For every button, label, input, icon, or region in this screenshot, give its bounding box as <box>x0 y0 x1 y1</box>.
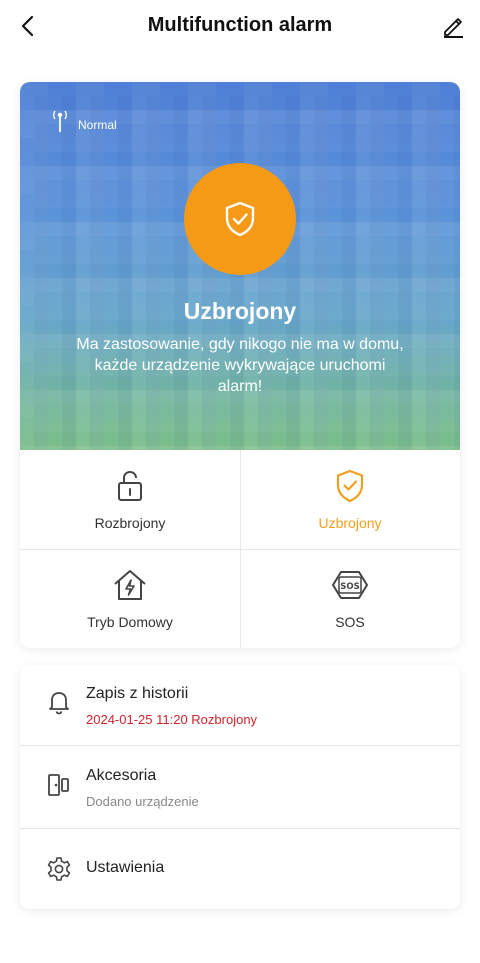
mode-label: Tryb Domowy <box>87 614 173 630</box>
signal-status: Normal <box>50 108 117 134</box>
accessories-subtitle: Dodano urządzenie <box>86 794 199 809</box>
settings-item[interactable]: Ustawienia <box>20 829 460 909</box>
edit-button[interactable] <box>438 12 468 40</box>
mode-label: Rozbrojony <box>94 515 166 531</box>
top-bar: Multifunction alarm <box>0 0 480 52</box>
status-description: Ma zastosowanie, gdy nikogo nie ma w dom… <box>76 336 404 395</box>
status-banner: Normal Uzbrojony Ma zastosowanie, gdy ni… <box>20 82 460 450</box>
shield-check-icon <box>225 201 255 237</box>
door-sensor-icon <box>48 774 69 796</box>
mode-label: SOS <box>335 614 365 630</box>
history-title: Zapis z historii <box>86 685 189 702</box>
mode-home-button[interactable]: Tryb Domowy <box>20 549 240 648</box>
mode-armed-button[interactable]: Uzbrojony <box>240 450 460 549</box>
sos-icon: SOS <box>332 571 368 599</box>
bell-icon <box>49 692 69 715</box>
pencil-icon <box>444 18 463 38</box>
mode-disarmed-button[interactable]: Rozbrojony <box>20 450 240 549</box>
accessories-item[interactable]: Akcesoria Dodano urządzenie <box>20 746 460 828</box>
status-title: Uzbrojony <box>183 298 297 324</box>
mode-label: Uzbrojony <box>318 515 382 531</box>
options-list: Zapis z historii 2024-01-25 11:20 Rozbro… <box>20 665 460 909</box>
mode-sos-button[interactable]: SOS SOS <box>240 549 460 648</box>
alarm-status-card: Normal Uzbrojony Ma zastosowanie, gdy ni… <box>20 82 460 648</box>
shield-check-icon <box>336 469 364 503</box>
home-bolt-icon <box>114 570 146 600</box>
history-item[interactable]: Zapis z historii 2024-01-25 11:20 Rozbro… <box>20 665 460 745</box>
history-subtitle: 2024-01-25 11:20 Rozbrojony <box>86 712 258 727</box>
gear-icon <box>47 857 71 881</box>
accessories-title: Akcesoria <box>86 767 157 784</box>
settings-title: Ustawienia <box>86 859 165 876</box>
svg-text:SOS: SOS <box>340 582 359 592</box>
unlocked-padlock-icon <box>118 470 142 501</box>
antenna-icon <box>53 110 67 132</box>
signal-status-label: Normal <box>78 118 117 132</box>
mode-selector: Rozbrojony Uzbrojony Tryb Domowy SOS SOS <box>20 450 460 648</box>
page-title: Multifunction alarm <box>147 14 333 36</box>
status-indicator <box>184 163 296 275</box>
